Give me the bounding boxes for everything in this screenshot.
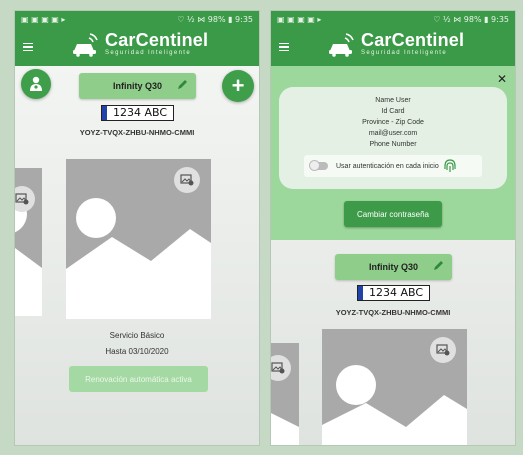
- app-logo: CarCentinel Seguridad Inteligente: [71, 30, 208, 57]
- vehicle-photo-prev[interactable]: [271, 343, 299, 445]
- vehicle-name: Infinity Q30: [112, 81, 162, 91]
- status-bar: ▣ ▣ ▣ ▣ ▸ ♡ ½ ⋈ 98% ▮ 9:35: [15, 11, 259, 28]
- add-photo-button[interactable]: [174, 167, 200, 193]
- vehicle-photo-prev[interactable]: [15, 168, 42, 316]
- hamburger-icon[interactable]: [271, 28, 297, 66]
- car-signal-icon: [73, 32, 98, 57]
- fingerprint-icon: [444, 159, 456, 172]
- change-password-button[interactable]: Cambiar contraseña: [344, 201, 442, 227]
- vehicle-selector-button[interactable]: Infinity Q30: [79, 73, 196, 99]
- user-phone: Phone Number: [369, 141, 417, 148]
- app-logo: CarCentinel Seguridad Inteligente: [327, 30, 464, 57]
- vehicle-code: YOYZ-TVQX-ZHBU-NHMO-CMMI: [335, 308, 451, 317]
- add-photo-button[interactable]: [430, 337, 456, 363]
- add-vehicle-button[interactable]: +: [222, 70, 254, 102]
- user-profile-icon: [30, 76, 42, 91]
- brand-tagline: Seguridad Inteligente: [361, 50, 448, 56]
- plate-number: 1234 ABC: [369, 286, 424, 299]
- plan-name: Servicio Básico: [109, 331, 165, 340]
- app-bar: CarCentinel Seguridad Inteligente: [15, 28, 259, 66]
- user-panel: ✕ Name User Id Card Province - Zip Code …: [271, 66, 515, 240]
- renewal-button[interactable]: Renovación automática activa: [69, 366, 208, 392]
- vehicle-photo-current[interactable]: [66, 159, 211, 319]
- add-photo-icon: [15, 193, 29, 205]
- status-right: ♡ ½ ⋈ 98% ▮ 9:35: [177, 15, 253, 24]
- status-bar: ▣ ▣ ▣ ▣ ▸ ♡ ½ ⋈ 98% ▮ 9:35: [271, 11, 515, 28]
- add-photo-icon: [436, 344, 450, 356]
- status-left: ▣ ▣ ▣ ▣ ▸: [21, 15, 66, 24]
- auth-toggle[interactable]: [309, 160, 328, 171]
- main-content: Infinity Q30 + 1234 ABC YOYZ-TVQX-ZHBU-N…: [15, 66, 259, 445]
- vehicle-code: YOYZ-TVQX-ZHBU-NHMO-CMMI: [79, 128, 195, 137]
- user-info-card: Name User Id Card Province - Zip Code ma…: [279, 87, 507, 189]
- user-id-card: Id Card: [381, 108, 405, 115]
- plate-number: 1234 ABC: [113, 106, 168, 119]
- status-left: ▣ ▣ ▣ ▣ ▸: [277, 15, 322, 24]
- plus-icon: +: [231, 73, 245, 98]
- user-name: Name User: [375, 97, 411, 104]
- pencil-icon[interactable]: [432, 260, 444, 272]
- car-signal-icon: [329, 32, 354, 57]
- vehicle-photo-current[interactable]: [322, 329, 467, 445]
- close-icon[interactable]: ✕: [497, 72, 507, 86]
- license-plate: 1234 ABC: [357, 285, 431, 301]
- auth-toggle-label: Usar autenticación en cada inicio: [336, 162, 439, 170]
- add-photo-icon: [271, 362, 285, 374]
- license-plate: 1234 ABC: [101, 105, 175, 121]
- phone-screen-user: ▣ ▣ ▣ ▣ ▸ ♡ ½ ⋈ 98% ▮ 9:35 CarCentinel S…: [270, 10, 516, 446]
- auth-toggle-row: Usar autenticación en cada inicio: [304, 155, 482, 177]
- pencil-icon[interactable]: [176, 79, 188, 91]
- plan-valid-until: Hasta 03/10/2020: [105, 347, 169, 356]
- brand-name: CarCentinel: [361, 30, 465, 50]
- user-location: Province - Zip Code: [362, 119, 424, 126]
- vehicle-selector-button[interactable]: Infinity Q30: [335, 254, 452, 280]
- vehicle-name: Infinity Q30: [368, 262, 418, 272]
- hamburger-icon[interactable]: [15, 28, 41, 66]
- user-email: mail@user.com: [368, 130, 418, 137]
- brand-tagline: Seguridad Inteligente: [105, 50, 192, 56]
- add-photo-icon: [180, 174, 194, 186]
- profile-button[interactable]: [21, 69, 51, 99]
- status-right: ♡ ½ ⋈ 98% ▮ 9:35: [433, 15, 509, 24]
- brand-name: CarCentinel: [105, 30, 209, 50]
- phone-screen-vehicle: ▣ ▣ ▣ ▣ ▸ ♡ ½ ⋈ 98% ▮ 9:35 CarCentinel S…: [14, 10, 260, 446]
- app-bar: CarCentinel Seguridad Inteligente: [271, 28, 515, 66]
